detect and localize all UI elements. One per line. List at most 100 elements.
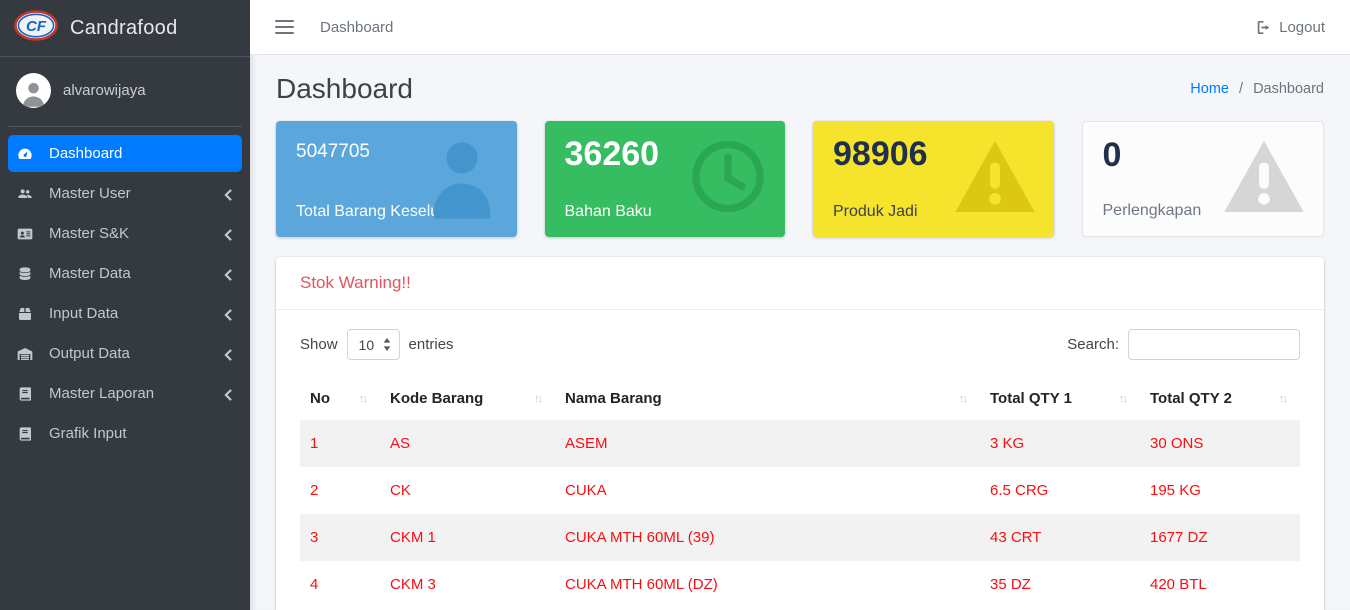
breadcrumb: Home / Dashboard: [1190, 81, 1324, 97]
menu-icon[interactable]: [275, 20, 294, 34]
search-group: Search:: [1067, 329, 1300, 360]
sidebar: CF Candrafood alvarowijaya Dashboard: [0, 0, 250, 610]
user-panel[interactable]: alvarowijaya: [0, 57, 250, 126]
stat-card-perlengkapan: 0 Perlengkapan: [1082, 121, 1325, 237]
cell-no: 2: [300, 467, 380, 514]
page-size-value: 10: [359, 337, 375, 353]
main-area: Dashboard Logout Dashboard Home / Dashbo…: [250, 0, 1350, 610]
chevron-left-icon: [224, 268, 234, 280]
breadcrumb-home-link[interactable]: Home: [1190, 81, 1229, 97]
navbar-dashboard-link[interactable]: Dashboard: [320, 19, 393, 36]
cell-kode: CKM 1: [380, 514, 555, 561]
sidebar-nav: Dashboard Master User Master S&K: [0, 127, 250, 463]
user-icon: [423, 135, 501, 224]
warning-icon: [1221, 138, 1307, 221]
chevron-left-icon: [224, 388, 234, 400]
cell-no: 1: [300, 420, 380, 467]
sidebar-item-label: Grafik Input: [49, 425, 234, 442]
column-header-total-qty-1[interactable]: Total QTY 1↑↓: [980, 377, 1140, 420]
breadcrumb-current: Dashboard: [1253, 81, 1324, 97]
cell-nama: ASEM: [555, 420, 980, 467]
chevron-left-icon: [224, 228, 234, 240]
warehouse-icon: [16, 345, 38, 362]
sidebar-item-output-data[interactable]: Output Data: [8, 335, 242, 372]
sidebar-item-grafik-input[interactable]: Grafik Input: [8, 415, 242, 452]
search-label: Search:: [1067, 336, 1119, 353]
cell-qty2: 195 KG: [1140, 467, 1300, 514]
warning-icon: [952, 138, 1038, 221]
sidebar-item-input-data[interactable]: Input Data: [8, 295, 242, 332]
page-size-select[interactable]: 10: [347, 329, 400, 360]
sidebar-item-master-sk[interactable]: Master S&K: [8, 215, 242, 252]
cell-qty2: 30 ONS: [1140, 420, 1300, 467]
id-card-icon: [16, 225, 38, 242]
cell-qty2: 1677 DZ: [1140, 514, 1300, 561]
sidebar-item-label: Master User: [49, 185, 224, 202]
entries-label: entries: [409, 336, 454, 353]
sidebar-item-master-data[interactable]: Master Data: [8, 255, 242, 292]
clock-icon: [687, 136, 769, 223]
chevron-left-icon: [224, 348, 234, 360]
sidebar-item-label: Master Data: [49, 265, 224, 282]
content: Dashboard Home / Dashboard 5047705 Total…: [250, 55, 1350, 610]
sort-icon: ↑↓: [1119, 393, 1130, 405]
gauge-icon: [16, 145, 38, 162]
logout-button[interactable]: Logout: [1255, 19, 1325, 36]
sidebar-item-label: Master S&K: [49, 225, 224, 242]
stok-warning-header: Stok Warning!!: [276, 257, 1324, 310]
sidebar-item-dashboard[interactable]: Dashboard: [8, 135, 242, 172]
show-entries-group: Show 10 entries: [300, 329, 454, 360]
cell-qty1: 43 CRT: [980, 514, 1140, 561]
brand-name: Candrafood: [70, 17, 178, 40]
database-icon: [16, 265, 38, 282]
cell-qty1: 6.5 CRG: [980, 467, 1140, 514]
brand[interactable]: CF Candrafood: [0, 0, 250, 57]
sort-icon: ↑↓: [534, 393, 545, 405]
sidebar-item-label: Master Laporan: [49, 385, 224, 402]
sidebar-item-label: Dashboard: [49, 145, 234, 162]
content-header: Dashboard Home / Dashboard: [250, 55, 1350, 121]
cell-kode: CK: [380, 467, 555, 514]
candrafood-logo-icon: CF: [14, 10, 58, 46]
stat-card-produk-jadi: 98906 Produk Jadi: [813, 121, 1054, 237]
page-title: Dashboard: [276, 73, 413, 105]
stat-card-bahan-baku: 36260 Bahan Baku: [545, 121, 786, 237]
column-header-no[interactable]: No↑↓: [300, 377, 380, 420]
sidebar-item-label: Input Data: [49, 305, 224, 322]
cell-kode: CKM 3: [380, 561, 555, 608]
users-icon: [16, 185, 38, 202]
chevron-left-icon: [224, 308, 234, 320]
book-icon: [16, 425, 38, 442]
column-header-kode-barang[interactable]: Kode Barang↑↓: [380, 377, 555, 420]
logout-label: Logout: [1279, 19, 1325, 36]
show-label: Show: [300, 336, 338, 353]
app-window: CF Candrafood alvarowijaya Dashboard: [0, 0, 1350, 610]
table-row: 4 CKM 3 CUKA MTH 60ML (DZ) 35 DZ 420 BTL: [300, 561, 1300, 608]
stat-cards-row: 5047705 Total Barang Keseluruhan 36260 B…: [250, 121, 1350, 237]
sort-icon: ↑↓: [959, 393, 970, 405]
sort-icon: ↑↓: [359, 393, 370, 405]
stok-warning-title: Stok Warning!!: [300, 273, 411, 292]
sign-out-icon: [1255, 19, 1272, 36]
cell-nama: CUKA MTH 60ML (39): [555, 514, 980, 561]
select-arrows-icon: [383, 338, 391, 351]
table-header-row: No↑↓ Kode Barang↑↓ Nama Barang↑↓ Total Q…: [300, 377, 1300, 420]
column-header-total-qty-2[interactable]: Total QTY 2↑↓: [1140, 377, 1300, 420]
column-header-nama-barang[interactable]: Nama Barang↑↓: [555, 377, 980, 420]
cell-qty1: 3 KG: [980, 420, 1140, 467]
sidebar-item-label: Output Data: [49, 345, 224, 362]
sidebar-item-master-user[interactable]: Master User: [8, 175, 242, 212]
top-navbar: Dashboard Logout: [250, 0, 1350, 55]
cell-no: 4: [300, 561, 380, 608]
sidebar-item-master-laporan[interactable]: Master Laporan: [8, 375, 242, 412]
user-name: alvarowijaya: [63, 82, 146, 99]
svg-text:CF: CF: [26, 18, 47, 35]
avatar: [16, 73, 51, 108]
stok-warning-card: Stok Warning!! Show 10 entries: [276, 257, 1324, 610]
search-input[interactable]: [1128, 329, 1300, 360]
cell-nama: CUKA MTH 60ML (DZ): [555, 561, 980, 608]
box-icon: [16, 305, 38, 322]
table-row: 3 CKM 1 CUKA MTH 60ML (39) 43 CRT 1677 D…: [300, 514, 1300, 561]
table-controls: Show 10 entries Search:: [300, 329, 1300, 360]
cell-qty1: 35 DZ: [980, 561, 1140, 608]
